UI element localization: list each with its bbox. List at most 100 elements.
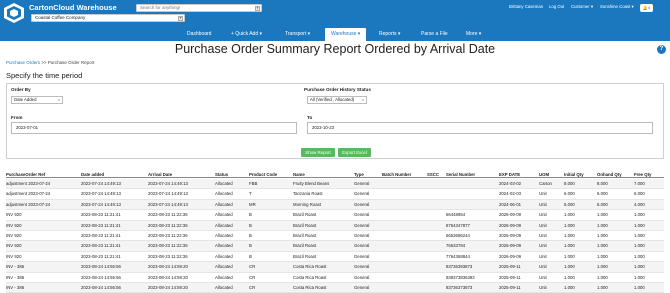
table-row[interactable]: INV 920 2023-08-23 11:21:41 2023-08-23 11:… xyxy=(6,231,664,242)
nav-warehouse[interactable]: Warehouse ▾ xyxy=(325,28,367,41)
table-row[interactable]: adjustment 2023-07-24 2023-07-24 14:49:13… xyxy=(6,179,664,190)
cell-po-ref: INV 920 xyxy=(6,233,22,238)
col-purchase-order-ref[interactable]: PurchaseOrder Ref xyxy=(6,172,45,177)
nav-transport[interactable]: Transport ▾ xyxy=(285,28,310,41)
cell-status: Allocated xyxy=(215,222,233,228)
logout-link[interactable]: Log Out xyxy=(549,4,564,9)
cell-date-added: 2023-08-23 11:21:41 xyxy=(81,212,121,218)
cell-initial-qty: 1.000 xyxy=(564,243,575,249)
table-row[interactable]: adjustment 2023-07-24 2023-07-24 14:49:13… xyxy=(6,199,664,211)
cell-initial-qty: 1.000 xyxy=(564,233,575,238)
bell-icon[interactable]: 🔔4 xyxy=(640,4,653,12)
history-status-value: All (Verified , Allocated) xyxy=(310,97,355,102)
cell-type: General xyxy=(354,212,370,218)
table-row[interactable]: INV 920 2023-08-23 11:21:41 2023-08-23 11:… xyxy=(6,252,664,263)
cell-po-ref: INV 920 xyxy=(6,243,22,249)
nav-quick-add-label: + Quick Add xyxy=(231,31,259,37)
dropdown-caret-icon[interactable]: ▾ xyxy=(255,6,260,11)
to-date-input[interactable]: 2023-10-23 xyxy=(307,122,653,134)
cell-product-code: B xyxy=(249,222,252,228)
cell-free-qty: 1.000 xyxy=(634,222,645,228)
from-date-input[interactable]: 2023-07-01 xyxy=(11,122,297,134)
cell-type: General xyxy=(354,264,370,270)
export-excel-button[interactable]: Export Excel xyxy=(338,148,371,157)
nav-reports[interactable]: Reports ▾ xyxy=(379,28,400,41)
cell-arrival-date: 2023-08-23 11:22:36 xyxy=(148,222,188,228)
breadcrumb-link-purchase-orders[interactable]: Purchase Orders xyxy=(6,60,40,65)
customer-menu[interactable]: Customer ▾ xyxy=(571,4,593,10)
cell-onhand-qty: 1.000 xyxy=(597,233,608,238)
to-label: To xyxy=(307,115,313,120)
order-by-select[interactable]: Date Added ▾ xyxy=(11,96,63,104)
cell-arrival-date: 2023-08-24 14:59:20 xyxy=(148,285,188,290)
nav-parse-file[interactable]: Parse a File xyxy=(421,28,448,41)
cell-name: Brazil Roast xyxy=(293,212,317,218)
cell-free-qty: 4.000 xyxy=(634,201,645,207)
table-row[interactable]: INV - 386 2023-08-24 14:56:56 2023-08-24 1… xyxy=(6,262,664,273)
filter-panel: Order By Date Added ▾ Purchase Order His… xyxy=(6,83,664,159)
help-icon[interactable]: ? xyxy=(657,45,666,54)
from-label: From xyxy=(11,115,23,120)
col-serial-number[interactable]: Serial Number xyxy=(446,172,475,177)
dropdown-caret-icon[interactable]: ▾ xyxy=(57,98,61,102)
dropdown-caret-icon[interactable]: ▾ xyxy=(178,16,183,21)
col-name[interactable]: Name xyxy=(293,172,305,177)
cell-type: General xyxy=(354,233,370,238)
nav-more[interactable]: More ▾ xyxy=(466,28,481,41)
cell-arrival-date: 2023-08-23 11:22:36 xyxy=(148,243,188,249)
dropdown-caret-icon[interactable]: ▾ xyxy=(361,98,365,102)
col-date-added[interactable]: Date added xyxy=(81,172,104,177)
cell-onhand-qty: 1.000 xyxy=(597,253,608,259)
cell-onhand-qty: 1.000 xyxy=(597,243,608,249)
table-row[interactable]: adjustment 2023-07-24 2023-07-24 14:49:13… xyxy=(6,189,664,200)
brand-name[interactable]: CartonCloud Warehouse xyxy=(29,3,117,12)
col-type[interactable]: Type xyxy=(354,172,364,177)
col-status[interactable]: Status xyxy=(215,172,228,177)
cell-po-ref: adjustment 2023-07-24 xyxy=(6,191,51,197)
customer-menu-label: Customer xyxy=(571,4,590,9)
col-product-code[interactable]: Product Code xyxy=(249,172,277,177)
col-exp-date[interactable]: EXP DATE xyxy=(499,172,520,177)
table-row[interactable]: INV 920 2023-08-23 11:21:41 2023-08-23 11:… xyxy=(6,241,664,252)
cell-date-added: 2023-07-24 14:49:13 xyxy=(81,191,121,197)
search-input[interactable]: Search for anything! ▾ xyxy=(136,4,262,12)
page-title: Purchase Order Summary Report Ordered by… xyxy=(174,42,496,56)
cartoncloud-logo-icon[interactable] xyxy=(3,2,25,24)
cell-name: Morning Roast xyxy=(293,201,321,207)
cell-product-code: T xyxy=(249,191,252,197)
cell-status: Allocated xyxy=(215,243,233,249)
cell-serial-number: 83736373873 xyxy=(446,285,473,290)
table-row[interactable]: INV 920 2023-08-23 11:21:41 2023-08-23 11:… xyxy=(6,210,664,221)
cell-status: Allocated xyxy=(215,274,233,280)
cell-type: General xyxy=(354,274,370,280)
cell-po-ref: INV - 386 xyxy=(6,264,25,270)
col-free-qty[interactable]: Free Qty xyxy=(634,172,651,177)
col-uom[interactable]: UOM xyxy=(539,172,549,177)
cell-po-ref: adjustment 2023-07-24 xyxy=(6,201,51,207)
col-batch-number[interactable]: Batch Number xyxy=(382,172,411,177)
company-select[interactable]: Coastal Coffee Company ▾ xyxy=(31,14,185,22)
nav-dashboard[interactable]: Dashboard xyxy=(187,28,211,41)
nav-quick-add[interactable]: + Quick Add ▾ xyxy=(231,28,262,41)
warehouse-selector[interactable]: Sunshine Coast ▾ xyxy=(600,4,634,10)
col-sscc[interactable]: SSCC xyxy=(427,172,439,177)
table-row[interactable]: INV 920 2023-08-23 11:21:41 2023-08-23 11:… xyxy=(6,220,664,231)
show-report-button[interactable]: Show Report xyxy=(301,148,335,157)
cell-arrival-date: 2023-08-23 11:22:36 xyxy=(148,253,188,259)
col-arrival-date[interactable]: Arrival Date xyxy=(148,172,172,177)
cell-exp-date: 2025-09-11 xyxy=(499,264,521,270)
cell-initial-qty: 1.000 xyxy=(564,222,575,228)
cell-product-code: MR xyxy=(249,201,256,207)
user-name[interactable]: Brittany Caseman xyxy=(509,4,543,9)
cell-date-added: 2023-08-23 11:21:41 xyxy=(81,253,121,259)
cell-uom: Unit xyxy=(539,222,547,228)
table-row[interactable]: INV - 386 2023-08-24 14:56:56 2023-08-24 1… xyxy=(6,273,664,283)
col-initial-qty[interactable]: Initial Qty xyxy=(564,172,584,177)
cell-uom: Unit xyxy=(539,212,547,218)
warehouse-selector-label: Sunshine Coast xyxy=(600,4,631,9)
history-status-select[interactable]: All (Verified , Allocated) ▾ xyxy=(307,96,367,104)
table-row[interactable]: INV - 386 2023-08-24 14:56:56 2023-08-24 1… xyxy=(6,283,664,293)
cell-free-qty: 1.000 xyxy=(634,233,645,238)
nav-more-label: More xyxy=(466,31,478,37)
col-onhand-qty[interactable]: Onhand Qty xyxy=(597,172,622,177)
